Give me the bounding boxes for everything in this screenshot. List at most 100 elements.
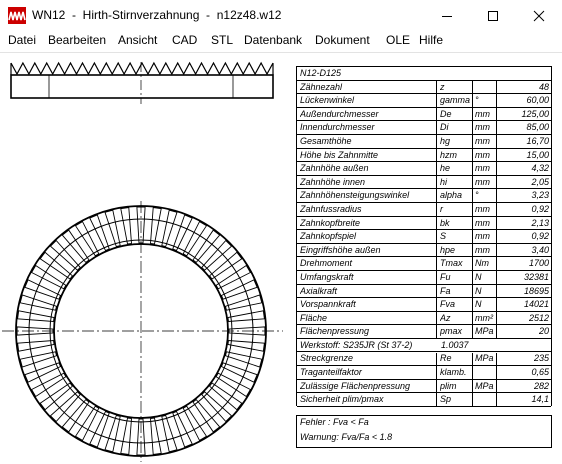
param-value: 20 bbox=[538, 326, 549, 337]
table-row: Lückenwinkel gamma ° 60,00 bbox=[297, 94, 551, 108]
message-box: Fehler : Fva < Fa Warnung: Fva/Fa < 1.8 bbox=[296, 415, 552, 448]
param-value: 1700 bbox=[528, 258, 549, 269]
tooth-outline bbox=[30, 264, 67, 290]
menu-datei[interactable]: Datei bbox=[8, 33, 36, 47]
error-message: Fehler : Fva < Fa bbox=[300, 417, 369, 427]
menu-ole[interactable]: OLE bbox=[386, 33, 410, 47]
tooth-outline bbox=[161, 209, 178, 248]
window-title: WN12 - Hirth-Stirnverzahnung - n12z48.w1… bbox=[32, 8, 282, 22]
param-name: Traganteilfaktor bbox=[300, 367, 362, 378]
tooth-outline bbox=[224, 294, 263, 311]
param-name: Innendurchmesser bbox=[300, 122, 375, 133]
param-name: Eingriffshöhe außen bbox=[300, 244, 381, 255]
table-row: Streckgrenze Re MPa 235 bbox=[297, 352, 551, 367]
tooth-outline bbox=[104, 209, 121, 248]
param-symbol: r bbox=[440, 203, 443, 214]
table-row: Eingriffshöhe außen hpe mm 3,40 bbox=[297, 244, 551, 258]
table-row: Axialkraft Fa N 18695 bbox=[297, 285, 551, 299]
param-name: Außendurchmesser bbox=[300, 108, 379, 119]
param-unit: mm bbox=[475, 122, 490, 133]
warning-message: Warnung: Fva/Fa < 1.8 bbox=[300, 432, 393, 442]
table-row: Vorspannkraft Fva N 14021 bbox=[297, 298, 551, 312]
minimize-button[interactable] bbox=[424, 0, 470, 31]
param-symbol: alpha bbox=[440, 190, 463, 201]
param-value: 18695 bbox=[523, 285, 549, 296]
menu-hilfe[interactable]: Hilfe bbox=[419, 33, 443, 47]
param-value: 0,92 bbox=[531, 231, 549, 242]
param-unit: mm bbox=[475, 108, 490, 119]
param-name: Vorspannkraft bbox=[300, 299, 356, 310]
param-name: Zahnhöhe innen bbox=[300, 176, 366, 187]
param-name: Umfangskraft bbox=[300, 271, 354, 282]
maximize-button[interactable] bbox=[470, 0, 516, 31]
param-value: 3,40 bbox=[531, 244, 549, 255]
tooth-outline bbox=[182, 405, 208, 442]
param-value: 282 bbox=[533, 380, 549, 391]
tooth-outline bbox=[120, 207, 132, 245]
param-value: 125,00 bbox=[521, 108, 549, 119]
param-unit: mm bbox=[475, 231, 490, 242]
param-unit: N bbox=[475, 271, 482, 282]
param-name: Höhe bis Zahnmitte bbox=[300, 149, 379, 160]
menu-dokument[interactable]: Dokument bbox=[315, 33, 370, 47]
tooth-outline bbox=[104, 414, 121, 453]
param-name: Lückenwinkel bbox=[300, 95, 355, 106]
tooth-outline bbox=[17, 310, 55, 322]
param-symbol: Fva bbox=[440, 299, 456, 310]
table-row: Zahnhöhensteigungswinkel alpha ° 3,23 bbox=[297, 189, 551, 203]
param-value: 85,00 bbox=[526, 122, 549, 133]
param-value: 48 bbox=[538, 81, 549, 92]
param-name: Fläche bbox=[300, 312, 328, 323]
param-value: 2,05 bbox=[531, 176, 549, 187]
tooth-outline bbox=[120, 417, 132, 455]
param-symbol: pmax bbox=[440, 326, 463, 337]
tooth-outline bbox=[39, 382, 74, 411]
tooth-outline bbox=[89, 410, 110, 448]
close-button[interactable] bbox=[516, 0, 562, 31]
tooth-outline bbox=[24, 279, 62, 300]
param-value: 15,00 bbox=[526, 149, 549, 160]
param-value: 60,00 bbox=[526, 95, 549, 106]
tooth-outline bbox=[30, 372, 67, 398]
param-unit: mm bbox=[475, 149, 490, 160]
param-name: Zulässige Flächenpressung bbox=[300, 380, 411, 391]
param-value: 32381 bbox=[523, 271, 549, 282]
table-row: Gesamthöhe hg mm 16,70 bbox=[297, 135, 551, 149]
param-unit: mm bbox=[475, 163, 490, 174]
maximize-icon bbox=[488, 10, 498, 21]
tooth-outline bbox=[61, 229, 90, 264]
tooth-outline bbox=[227, 310, 265, 322]
side-view-body bbox=[10, 74, 274, 99]
menu-bar: Datei Bearbeiten Ansicht CAD STL Datenba… bbox=[0, 31, 562, 51]
param-unit: mm bbox=[475, 176, 490, 187]
table-row: Drehmoment Tmax Nm 1700 bbox=[297, 257, 551, 271]
tooth-outline bbox=[24, 362, 62, 383]
param-symbol: gamma bbox=[440, 95, 471, 106]
menu-datenbank[interactable]: Datenbank bbox=[244, 33, 302, 47]
param-symbol: Re bbox=[440, 353, 452, 364]
param-symbol: S bbox=[440, 231, 447, 242]
menu-ansicht[interactable]: Ansicht bbox=[118, 33, 157, 47]
table-header-row: N12-D125 bbox=[297, 67, 551, 81]
param-symbol: hpe bbox=[440, 244, 456, 255]
param-value: 14021 bbox=[523, 299, 549, 310]
param-unit: mm bbox=[475, 244, 490, 255]
menu-bearbeiten[interactable]: Bearbeiten bbox=[48, 33, 106, 47]
menu-cad[interactable]: CAD bbox=[172, 33, 197, 47]
param-value: 0,92 bbox=[531, 203, 549, 214]
close-icon bbox=[533, 10, 545, 21]
param-value: 2512 bbox=[528, 312, 549, 323]
menu-stl[interactable]: STL bbox=[211, 33, 233, 47]
param-name: Axialkraft bbox=[300, 285, 338, 296]
tooth-outline bbox=[49, 239, 81, 271]
param-symbol: klamb. bbox=[440, 367, 467, 378]
param-name: Flächenpressung bbox=[300, 326, 370, 337]
tooth-outline bbox=[220, 279, 258, 300]
param-symbol: Az bbox=[440, 312, 451, 323]
tooth-outline bbox=[182, 220, 208, 257]
param-unit: mm bbox=[475, 135, 490, 146]
material-row: Werkstoff: S235JR (St 37-2) 1.0037 bbox=[297, 339, 551, 353]
tooth-outline bbox=[172, 410, 193, 448]
tooth-outline bbox=[215, 264, 252, 290]
param-unit: MPa bbox=[475, 380, 494, 391]
